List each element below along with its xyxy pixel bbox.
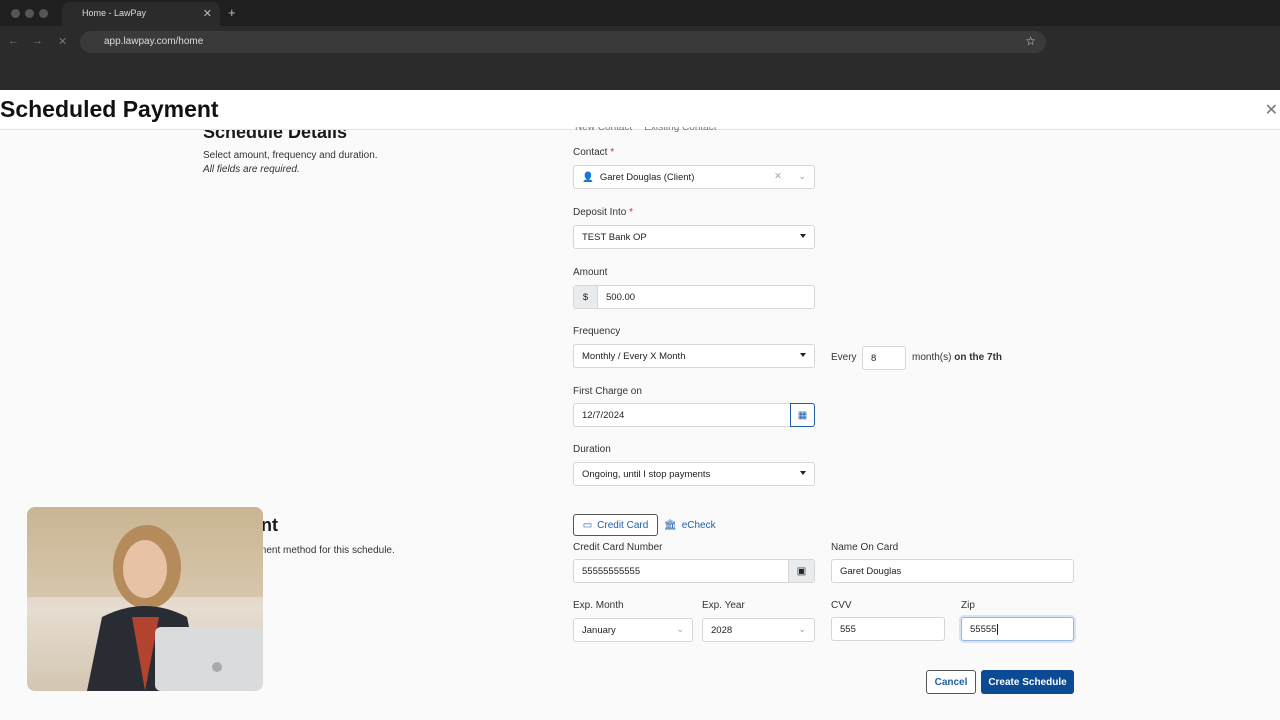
text-cursor bbox=[997, 623, 999, 635]
calendar-icon[interactable]: ▦ bbox=[790, 403, 815, 427]
browser-tab[interactable]: Home - LawPay ✕ bbox=[62, 2, 220, 26]
window-maximize-button[interactable] bbox=[39, 9, 48, 18]
cvv-input[interactable]: 555 bbox=[831, 617, 945, 641]
caret-down-icon bbox=[800, 353, 806, 357]
zip-value: 55555 bbox=[970, 623, 997, 635]
frequency-select[interactable]: Monthly / Every X Month bbox=[573, 344, 815, 368]
exp-month-label: Exp. Month bbox=[573, 600, 624, 611]
chevron-down-icon: ⌄ bbox=[798, 171, 806, 181]
exp-year-value: 2028 bbox=[711, 624, 733, 636]
credit-card-icon: ▭ bbox=[582, 519, 593, 531]
contact-select[interactable]: 👤 Garet Douglas (Client) ✕ ⌄ bbox=[573, 165, 815, 189]
back-icon[interactable]: ← bbox=[8, 35, 19, 47]
deposit-label: Deposit Into * bbox=[573, 207, 634, 218]
address-bar[interactable]: app.lawpay.com/home bbox=[80, 31, 1046, 53]
frequency-value: Monthly / Every X Month bbox=[582, 350, 686, 362]
every-value: 8 bbox=[871, 352, 877, 364]
deposit-value: TEST Bank OP bbox=[582, 231, 647, 243]
chevron-down-icon: ⌄ bbox=[676, 624, 684, 634]
tab-echeck[interactable]: 🏛 eCheck bbox=[664, 514, 716, 536]
bookmark-star-icon[interactable]: ☆ bbox=[1025, 34, 1036, 48]
close-tab-icon[interactable]: ✕ bbox=[203, 7, 212, 20]
exp-year-select[interactable]: 2028 ⌄ bbox=[702, 618, 815, 642]
frequency-label: Frequency bbox=[573, 326, 621, 337]
deposit-select[interactable]: TEST Bank OP bbox=[573, 225, 815, 249]
amount-input[interactable]: $ 500.00 bbox=[573, 285, 815, 309]
create-schedule-button[interactable]: Create Schedule bbox=[981, 670, 1074, 694]
modal-title: Scheduled Payment bbox=[0, 96, 219, 122]
card-number-label: Credit Card Number bbox=[573, 542, 663, 553]
tab-credit-card[interactable]: ▭ Credit Card bbox=[573, 514, 658, 536]
bank-icon: 🏛 bbox=[664, 519, 677, 531]
window-close-button[interactable] bbox=[11, 9, 20, 18]
tab-label: eCheck bbox=[681, 519, 716, 531]
zip-label: Zip bbox=[961, 600, 975, 611]
exp-month-value: January bbox=[582, 624, 616, 636]
card-number-input[interactable]: 55555555555 ▣ bbox=[573, 559, 815, 583]
contact-label: Contact * bbox=[573, 147, 615, 158]
cvv-label: CVV bbox=[831, 600, 852, 611]
contact-value: Garet Douglas (Client) bbox=[599, 171, 695, 183]
close-modal-icon[interactable]: ✕ bbox=[1265, 100, 1278, 120]
forward-icon[interactable]: → bbox=[32, 35, 43, 47]
presenter-video-image bbox=[27, 507, 263, 691]
first-charge-value: 12/7/2024 bbox=[582, 409, 625, 421]
name-value: Garet Douglas bbox=[840, 565, 902, 577]
zip-input[interactable]: 55555 bbox=[961, 617, 1074, 641]
schedule-note: All fields are required. bbox=[203, 164, 300, 175]
tab-label: Credit Card bbox=[597, 519, 649, 531]
amount-value: 500.00 bbox=[606, 291, 636, 303]
caret-down-icon bbox=[800, 471, 806, 475]
tab-title: Home - LawPay bbox=[82, 8, 147, 18]
new-tab-button[interactable]: + bbox=[228, 5, 236, 20]
card-brand-icon: ▣ bbox=[788, 560, 814, 582]
webcam-overlay bbox=[27, 507, 263, 691]
browser-chrome: Home - LawPay ✕ + ← → ✕ app.lawpay.com/ho… bbox=[0, 0, 1280, 90]
url-text: app.lawpay.com/home bbox=[104, 36, 204, 47]
clear-icon[interactable]: ✕ bbox=[774, 171, 782, 182]
first-charge-input[interactable]: 12/7/2024 ▦ bbox=[573, 403, 815, 427]
cancel-button[interactable]: Cancel bbox=[926, 670, 976, 694]
reload-icon[interactable]: ✕ bbox=[58, 35, 67, 48]
every-label: Every bbox=[831, 352, 857, 363]
duration-select[interactable]: Ongoing, until I stop payments bbox=[573, 462, 815, 486]
interval-text: month(s) on the 7th bbox=[912, 352, 1003, 363]
duration-label: Duration bbox=[573, 444, 611, 455]
card-number-value: 55555555555 bbox=[582, 565, 641, 577]
name-label: Name On Card bbox=[831, 542, 899, 553]
cvv-value: 555 bbox=[840, 623, 856, 635]
first-charge-label: First Charge on bbox=[573, 386, 642, 397]
exp-month-select[interactable]: January ⌄ bbox=[573, 618, 693, 642]
name-input[interactable]: Garet Douglas bbox=[831, 559, 1074, 583]
caret-down-icon bbox=[800, 234, 806, 238]
chevron-down-icon: ⌄ bbox=[798, 624, 806, 634]
currency-addon: $ bbox=[574, 286, 598, 308]
window-minimize-button[interactable] bbox=[25, 9, 34, 18]
amount-label: Amount bbox=[573, 267, 608, 278]
every-input[interactable]: 8 bbox=[862, 346, 906, 370]
person-icon: 👤 bbox=[582, 171, 594, 183]
duration-value: Ongoing, until I stop payments bbox=[582, 468, 711, 480]
schedule-subtitle: Select amount, frequency and duration. bbox=[203, 150, 378, 161]
exp-year-label: Exp. Year bbox=[702, 600, 745, 611]
